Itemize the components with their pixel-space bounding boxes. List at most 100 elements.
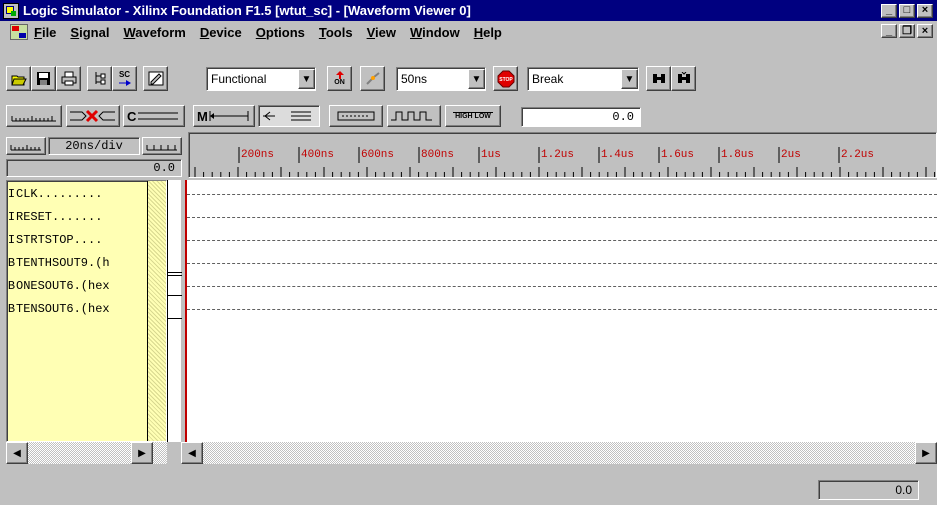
chevron-down-icon[interactable]: ▼ (468, 69, 485, 89)
signal-row[interactable]: ICLK......... (7, 184, 147, 204)
waveform-trace[interactable] (187, 240, 937, 241)
ruler-tick-label: 1us (481, 149, 501, 161)
waveform-viewer-doc-icon[interactable] (10, 24, 28, 40)
minimize-button[interactable]: _ (881, 3, 897, 18)
ruler-origin-value: 0.0 (6, 159, 182, 177)
waveform-hscrollbar[interactable]: ◀ ▶ (181, 442, 937, 464)
main-toolbar: SC Functional ▼ ON 50ns ▼ STOP Break ▼ (0, 66, 937, 96)
clock-set-icon[interactable]: C (123, 105, 185, 127)
simulation-mode-select[interactable]: Functional ▼ (206, 67, 316, 91)
zoom-in-ruler-icon[interactable] (6, 137, 46, 155)
title-bar: Logic Simulator - Xilinx Foundation F1.5… (0, 0, 937, 21)
align-signals-icon[interactable] (258, 105, 320, 127)
step-time-select[interactable]: 50ns ▼ (396, 67, 486, 91)
find-next-icon[interactable] (671, 66, 696, 91)
mdi-restore-button[interactable]: ❐ (899, 24, 915, 38)
signal-row[interactable]: BONESOUT6.(hex (7, 276, 147, 296)
menu-waveform[interactable]: Waveform (123, 25, 185, 40)
menu-view[interactable]: View (367, 25, 396, 40)
ruler-tick-label: 1.2us (541, 149, 574, 161)
waveform-trace[interactable] (187, 286, 937, 287)
zoom-out-ruler-icon[interactable] (142, 137, 182, 155)
ruler-tick-label: 400ns (301, 149, 334, 161)
bus-value-separator (168, 272, 182, 273)
signal-type: B (7, 279, 16, 293)
signal-list-splitter[interactable] (147, 181, 166, 441)
waveform-area[interactable] (187, 180, 937, 442)
ruler-tick-label: 1.6us (661, 149, 694, 161)
find-icon[interactable] (646, 66, 671, 91)
stop-icon[interactable]: STOP (493, 66, 518, 91)
high-low-icon[interactable]: HIGH LOW (445, 105, 501, 127)
bus-value-icon[interactable] (329, 105, 383, 127)
break-select[interactable]: Break ▼ (527, 67, 639, 91)
signal-row[interactable]: ISTRTSTOP.... (7, 230, 147, 250)
print-icon[interactable] (56, 66, 81, 91)
signal-row[interactable]: BTENSOUT6.(hex (7, 299, 147, 319)
ruler-tick-label: 2.2us (841, 149, 874, 161)
scrollbar-separator (167, 442, 181, 464)
ruler-scale-icon[interactable] (6, 105, 62, 127)
window-title: Logic Simulator - Xilinx Foundation F1.5… (23, 3, 471, 18)
menu-device[interactable]: Device (200, 25, 242, 40)
signal-list[interactable]: ICLK......... IRESET....... ISTRTSTOP.... B… (6, 180, 167, 442)
power-on-icon[interactable]: ON (327, 66, 352, 91)
logic-simulator-app-icon[interactable] (3, 2, 19, 19)
maximize-button[interactable]: □ (899, 3, 915, 18)
mdi-minimize-button[interactable]: _ (881, 24, 897, 38)
cursor-time-field[interactable]: 0.0 (521, 107, 641, 127)
chevron-down-icon[interactable]: ▼ (298, 69, 315, 89)
signal-type: B (7, 256, 16, 270)
menu-signal[interactable]: Signal (70, 25, 109, 40)
mdi-controls: _ ❐ × (881, 24, 935, 38)
menu-tools[interactable]: Tools (319, 25, 353, 40)
marker-range-icon[interactable]: M (193, 105, 255, 127)
hierarchy-icon[interactable] (87, 66, 112, 91)
ruler-tick-label: 800ns (421, 149, 454, 161)
ruler-tick-label: 1.8us (721, 149, 754, 161)
waveform-trace[interactable] (187, 309, 937, 310)
signal-name: STRTSTOP.... (16, 233, 103, 247)
signal-name: ONESOUT6.(hex (16, 279, 110, 293)
step-time-value: 50ns (401, 72, 428, 86)
close-button[interactable]: × (917, 3, 933, 18)
chevron-down-icon[interactable]: ▼ (621, 69, 638, 89)
connect-icon[interactable] (360, 66, 385, 91)
scroll-right-icon[interactable]: ▶ (131, 442, 153, 464)
signal-type: B (7, 302, 16, 316)
break-value: Break (532, 72, 564, 86)
bus-value-separator (168, 318, 182, 319)
menu-file[interactable]: File (34, 25, 56, 40)
signal-name: CLK......... (16, 187, 103, 201)
signal-type: I (7, 187, 16, 201)
scroll-left-icon[interactable]: ◀ (6, 442, 28, 464)
sc-probe-icon[interactable]: SC (112, 66, 137, 91)
waveform-edit-icon[interactable] (143, 66, 168, 91)
save-icon[interactable] (31, 66, 56, 91)
scroll-left-icon[interactable]: ◀ (181, 442, 203, 464)
time-cursor[interactable] (185, 180, 187, 442)
clock-wave-icon[interactable] (387, 105, 441, 127)
menu-options[interactable]: Options (256, 25, 305, 40)
signal-row[interactable]: IRESET....... (7, 207, 147, 227)
signal-name: RESET....... (16, 210, 103, 224)
signal-row[interactable]: BTENTHSOUT9.(h (7, 253, 147, 273)
menu-window[interactable]: Window (410, 25, 460, 40)
bus-x-icon[interactable] (66, 105, 120, 127)
bus-value-separator (168, 295, 182, 296)
menu-bar: File Signal Waveform Device Options Tool… (0, 21, 937, 43)
waveform-trace[interactable] (187, 194, 937, 195)
menu-help[interactable]: Help (474, 25, 502, 40)
scroll-right-icon[interactable]: ▶ (915, 442, 937, 464)
signal-list-hscrollbar[interactable]: ◀ ▶ (6, 442, 167, 464)
waveform-trace[interactable] (187, 263, 937, 264)
waveform-trace[interactable] (187, 217, 937, 218)
svg-text:C: C (127, 109, 137, 123)
time-scale-display[interactable]: 20ns/div (48, 137, 140, 155)
time-ruler[interactable]: 200ns 400ns 600ns 800ns 1us 1.2us 1.4us 1.6us 1.… (188, 132, 937, 178)
simulation-mode-value: Functional (211, 72, 267, 86)
mdi-close-button[interactable]: × (917, 24, 933, 38)
open-icon[interactable] (6, 66, 31, 91)
signal-name: TENTHSOUT9.(h (16, 256, 110, 270)
signal-value-column (167, 180, 182, 442)
